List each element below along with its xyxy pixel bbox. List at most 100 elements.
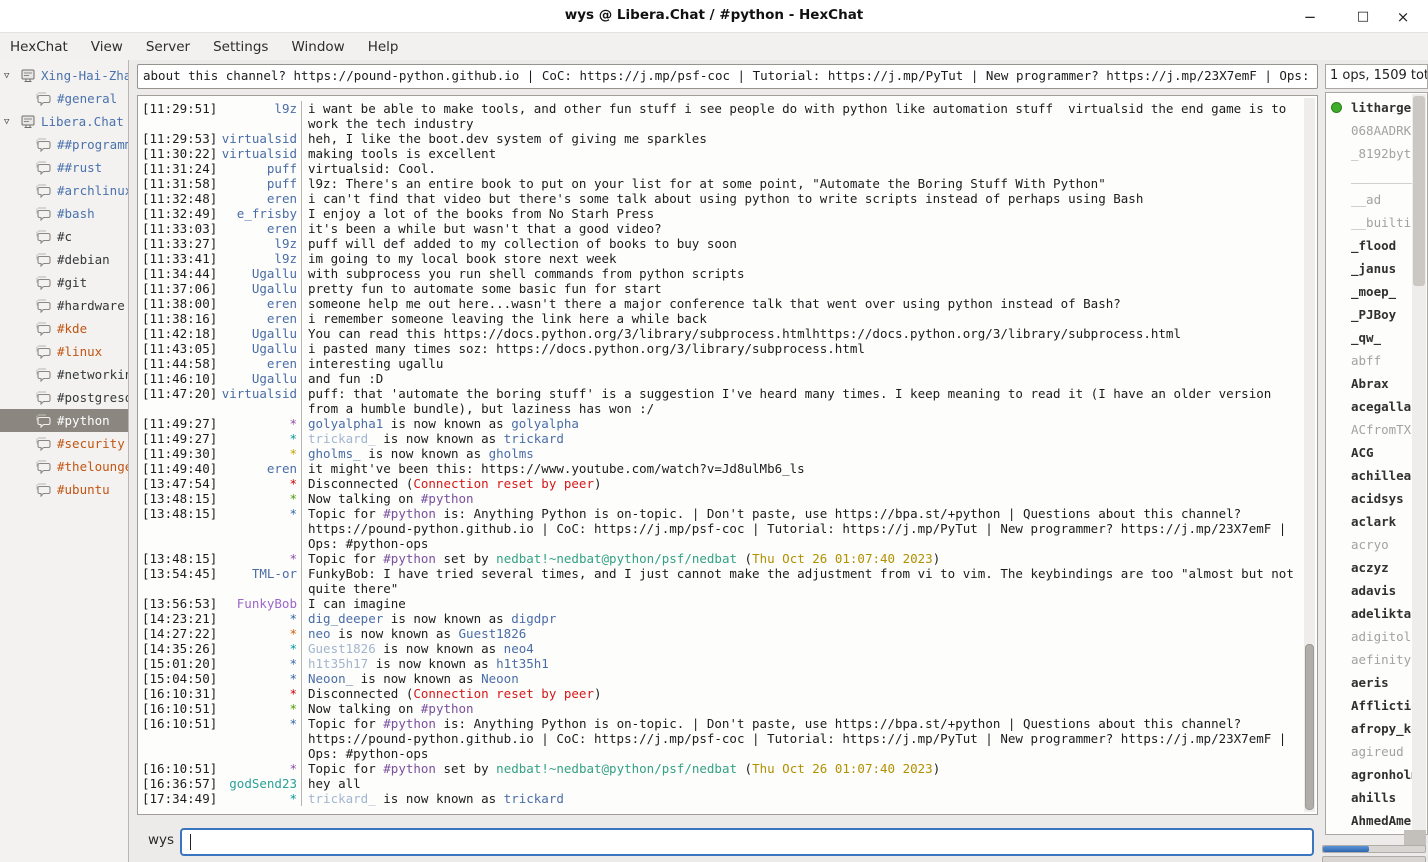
timestamp: [11:32:48] — [142, 191, 217, 206]
tree-item-kde[interactable]: #kde — [0, 317, 128, 340]
timestamp: [14:23:21] — [142, 611, 217, 626]
nick: godSend23 — [229, 776, 297, 791]
nick: eren — [267, 296, 297, 311]
channel-icon — [36, 138, 52, 152]
nick: * — [289, 551, 297, 566]
input-bar: wys — [137, 820, 1318, 862]
chat-line: [11:49:40]erenit might've been this: htt… — [142, 461, 1315, 476]
nick: * — [289, 656, 297, 671]
tree-item-label: #networking — [57, 367, 128, 382]
chat-line-meta: [13:47:54]* — [142, 476, 302, 491]
nick: eren — [267, 356, 297, 371]
tree-item-python[interactable]: #python — [0, 409, 128, 432]
chat-line-meta: [11:34:44]Ugallu — [142, 266, 302, 281]
chat-line: [14:23:21]*dig_deeper is now known as di… — [142, 611, 1315, 626]
message-segment: #python — [383, 506, 436, 521]
user-list-scrollbar-thumb[interactable] — [1413, 96, 1425, 286]
menu-item-hexchat[interactable]: HexChat — [10, 39, 68, 55]
tree-item-programming[interactable]: ##programming — [0, 133, 128, 156]
message: h1t35h17 is now known as h1t35h1 — [308, 656, 1299, 671]
tree-item-archlinux[interactable]: #archlinux — [0, 179, 128, 202]
message: heh, I like the boot.dev system of givin… — [308, 131, 1299, 146]
message: someone help me out here...wasn't there … — [308, 296, 1299, 311]
user-name: AhmedAmer — [1351, 813, 1419, 828]
tree-item-Libera.Chat[interactable]: ▽Libera.Chat — [0, 110, 128, 133]
user-name: ahills — [1351, 790, 1396, 805]
chat-line-meta: [15:04:50]* — [142, 671, 302, 686]
expander-icon[interactable]: ▽ — [4, 117, 18, 127]
message-input[interactable] — [180, 828, 1314, 856]
message-segment: Connection reset by peer — [413, 686, 594, 701]
message-segment: trickard — [504, 791, 564, 806]
chat-line-meta: [13:48:15]* — [142, 491, 302, 506]
minimize-button[interactable]: − — [1297, 4, 1323, 30]
topic-input[interactable]: about this channel? https://pound-python… — [137, 64, 1318, 89]
tree-item-linux[interactable]: #linux — [0, 340, 128, 363]
maximize-button[interactable]: □ — [1350, 4, 1376, 30]
tree-item-label: #c — [57, 229, 72, 244]
tree-item-Xing-Hai-Zhar[interactable]: ▽Xing-Hai-Zhar — [0, 64, 128, 87]
nick: * — [289, 716, 297, 731]
tree-item-networking[interactable]: #networking — [0, 363, 128, 386]
menu-item-help[interactable]: Help — [368, 39, 399, 55]
timestamp: [11:44:58] — [142, 356, 217, 371]
chat-scrollbar[interactable] — [1304, 98, 1315, 812]
tree-item-hardware[interactable]: #hardware — [0, 294, 128, 317]
channel-icon — [36, 460, 52, 474]
user-name: _8192byte — [1351, 146, 1419, 161]
message: hey all — [308, 776, 1299, 791]
chat-scrollbar-thumb[interactable] — [1305, 644, 1314, 810]
chat-line: [11:32:48]ereni can't find that video bu… — [142, 191, 1315, 206]
timestamp: [11:33:03] — [142, 221, 217, 236]
tree-item-c[interactable]: #c — [0, 225, 128, 248]
message: Guest1826 is now known as neo4 — [308, 641, 1299, 656]
tree-item-security[interactable]: #security — [0, 432, 128, 455]
user-name: acryo — [1351, 537, 1389, 552]
tree-item-debian[interactable]: #debian — [0, 248, 128, 271]
chat-line: [11:32:49]e_frisbyI enjoy a lot of the b… — [142, 206, 1315, 221]
message-segment: Neoon — [481, 671, 519, 686]
nick: e_frisby — [237, 206, 297, 221]
tree-item-postgresql[interactable]: #postgresql — [0, 386, 128, 409]
chat-line-meta: [11:31:58]puff — [142, 176, 302, 191]
tree-item-label: ##programming — [57, 137, 128, 152]
timestamp: [11:47:20] — [142, 386, 217, 401]
message-segment: i want be able to make tools, and other … — [308, 101, 1294, 131]
user-list-scrollbar[interactable] — [1412, 94, 1426, 833]
message-segment: is: Anything Python is on-topic. | Don't… — [308, 506, 1294, 551]
tree-item-ubuntu[interactable]: #ubuntu — [0, 478, 128, 501]
timestamp: [11:33:41] — [142, 251, 217, 266]
server-tree[interactable]: ▽Xing-Hai-Zhar#general▽Libera.Chat ##prog… — [0, 60, 129, 862]
message: interesting ugallu — [308, 356, 1299, 371]
timestamp: [11:29:53] — [142, 131, 217, 146]
close-button[interactable]: × — [1390, 4, 1416, 30]
message-segment: i can't find that video but there's some… — [308, 191, 1143, 206]
timestamp: [13:56:53] — [142, 596, 217, 611]
tree-item-thelounge[interactable]: #thelounge — [0, 455, 128, 478]
tree-item-git[interactable]: #git — [0, 271, 128, 294]
timestamp: [11:34:44] — [142, 266, 217, 281]
message: virtualsid: Cool. — [308, 161, 1299, 176]
message-segment: Now talking on — [308, 491, 421, 506]
message-segment: puff will def added to my collection of … — [308, 236, 737, 251]
tree-item-general[interactable]: #general — [0, 87, 128, 110]
chat-line-meta: [11:29:51]l9z — [142, 101, 302, 131]
timestamp: [13:48:15] — [142, 551, 217, 566]
message: making tools is excellent — [308, 146, 1299, 161]
message: neo is now known as Guest1826 — [308, 626, 1299, 641]
menu-item-view[interactable]: View — [91, 39, 123, 55]
menu-item-window[interactable]: Window — [291, 39, 344, 55]
tree-item-bash[interactable]: #bash — [0, 202, 128, 225]
chat-line-meta: [13:48:15]* — [142, 506, 302, 551]
user-list-scrollbar-end[interactable] — [1404, 830, 1426, 846]
expander-icon[interactable]: ▽ — [4, 71, 18, 81]
chat-area[interactable]: [11:29:51]l9zi want be able to make tool… — [137, 95, 1318, 815]
message-segment: neo4 — [504, 641, 534, 656]
nick: * — [289, 446, 297, 461]
menu-item-settings[interactable]: Settings — [213, 39, 268, 55]
menu-item-server[interactable]: Server — [146, 39, 190, 55]
user-list[interactable]: litharge068AADRKN_8192byte___________ad_… — [1325, 92, 1428, 835]
chat-line-meta: [16:36:57]godSend23 — [142, 776, 302, 791]
tree-item-rust[interactable]: ##rust — [0, 156, 128, 179]
timestamp: [11:37:06] — [142, 281, 217, 296]
